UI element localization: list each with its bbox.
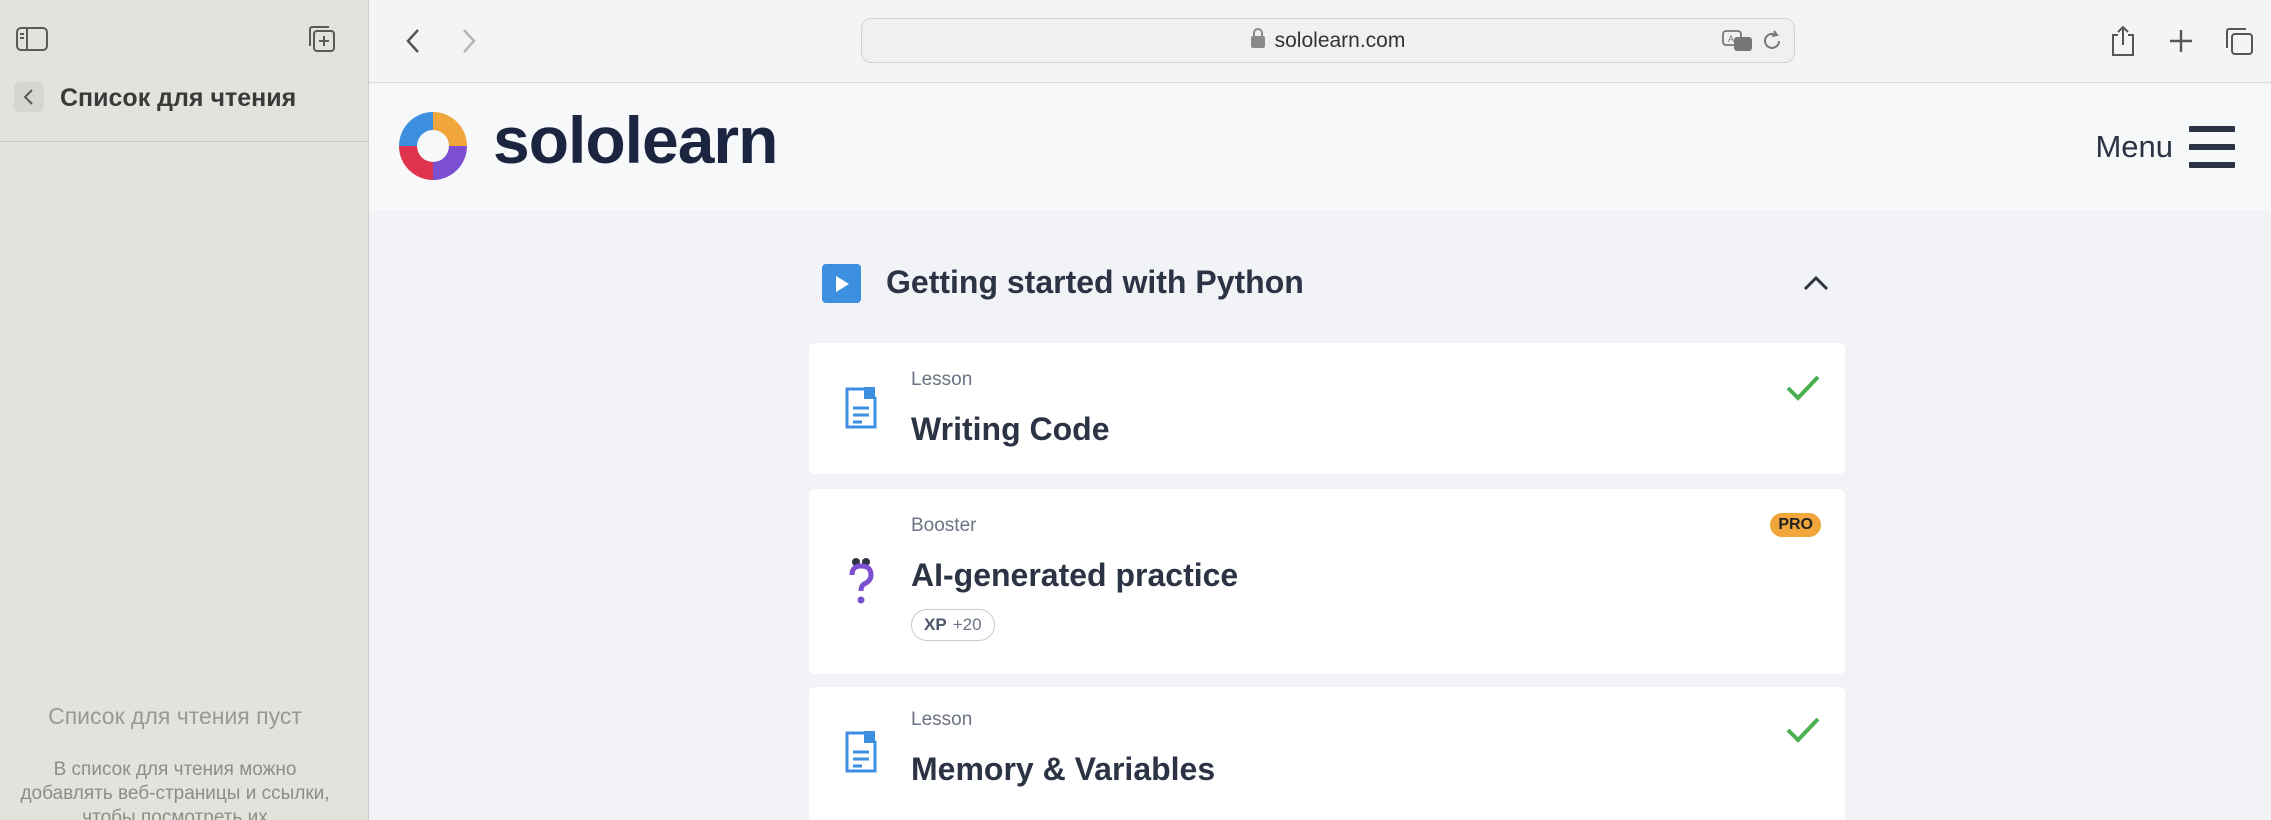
back-button[interactable] [14,82,44,112]
card-kind: Lesson [911,709,973,730]
chevron-right-icon [463,29,476,53]
lesson-card[interactable]: Lesson Memory & Variables [809,687,1845,820]
card-title: Memory & Variables [911,751,1216,787]
translate-icon[interactable]: A [1722,29,1754,53]
empty-state-description: В список для чтения можно добавлять веб-… [20,759,330,820]
checkmark-icon [1786,717,1820,743]
chevron-left-icon [406,29,419,53]
empty-state-title: Список для чтения пуст [48,703,302,729]
forward-nav-button[interactable] [449,22,489,60]
module-title: Getting started with Python [886,264,1304,300]
browser-toolbar: sololearn.com A [369,0,2271,83]
new-tab-group-icon[interactable] [304,24,340,54]
reload-icon[interactable] [1760,29,1784,53]
chevron-left-icon [23,89,33,105]
course-content: Getting started with Python Lesson Writi… [369,210,2271,820]
site-header: sololearn Menu [369,84,2271,210]
svg-text:A: A [1728,35,1735,45]
module-header[interactable]: Getting started with Python [822,262,1832,320]
card-title: Writing Code [911,411,1110,447]
reading-list-header: Список для чтения [0,76,369,142]
card-title: AI-generated practice [911,557,1239,593]
reading-list-sidebar: Список для чтения Список для чтения пуст… [0,0,369,820]
sidebar-toggle-icon[interactable] [14,24,50,54]
menu-button[interactable]: Menu [2095,126,2235,168]
new-tab-button[interactable] [2161,22,2201,60]
back-nav-button[interactable] [393,22,433,60]
lesson-icon [841,727,881,777]
tab-overview-button[interactable] [2219,22,2259,60]
tabs-icon [2226,28,2253,55]
menu-label: Menu [2095,129,2173,164]
logo-text[interactable]: sololearn [493,102,778,178]
reading-list-title: Список для чтения [60,84,297,112]
share-button[interactable] [2103,22,2143,60]
address-bar[interactable]: sololearn.com A [861,18,1795,63]
play-icon [822,264,861,303]
xp-reward: XP +20 [911,609,995,641]
share-icon [2112,25,2134,56]
question-mark-icon [841,557,881,607]
card-kind: Booster [911,515,977,536]
url-text: sololearn.com [1274,29,1406,52]
hamburger-icon [2189,126,2235,168]
booster-card[interactable]: Booster AI-generated practice PRO XP +20 [809,489,1845,674]
checkmark-icon [1786,375,1820,401]
card-kind: Lesson [911,369,973,390]
plus-icon [2170,30,2192,52]
lesson-card[interactable]: Lesson Writing Code [809,343,1845,474]
sololearn-logo-icon[interactable] [393,106,473,186]
lesson-icon [841,383,881,433]
lock-icon [1250,28,1265,48]
chevron-up-icon[interactable] [1800,268,1832,298]
pro-badge: PRO [1770,513,1821,537]
